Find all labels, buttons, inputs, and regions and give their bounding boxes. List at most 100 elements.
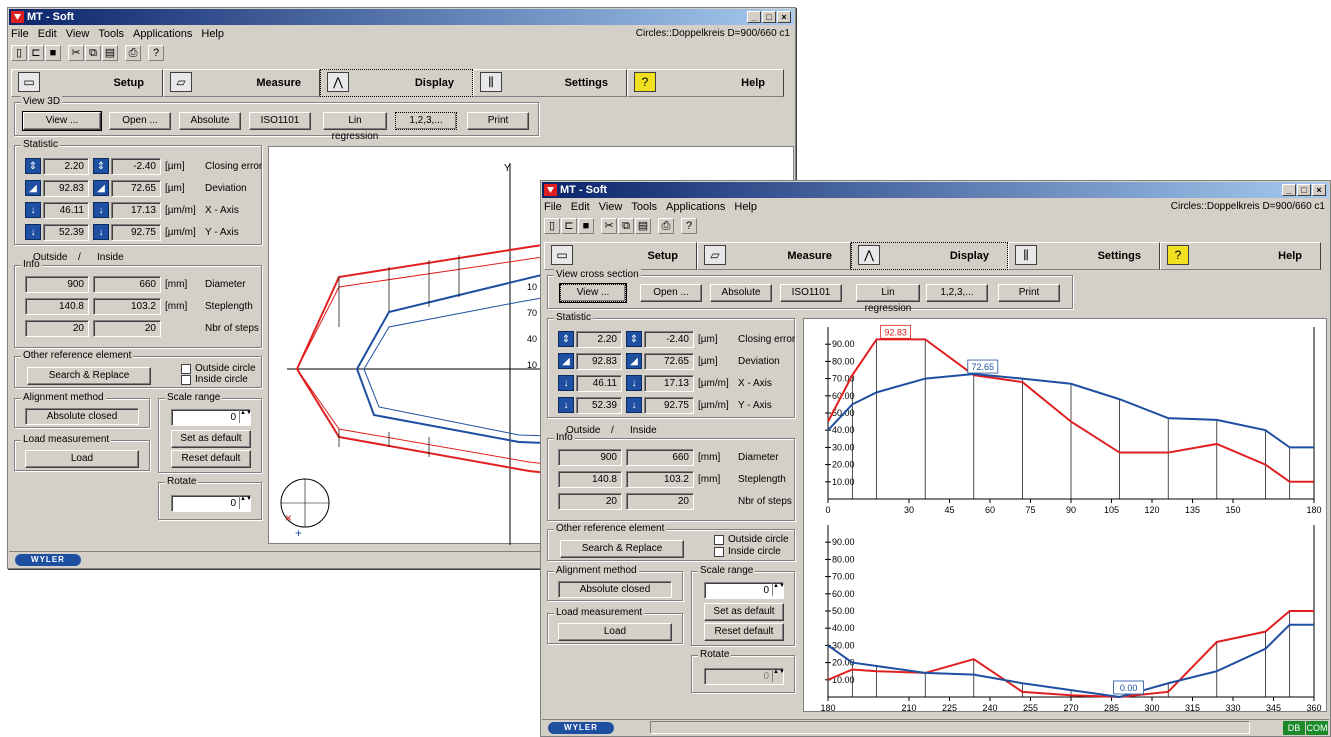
close-button[interactable]: × [1312, 184, 1326, 196]
menu-view[interactable]: View [599, 201, 623, 216]
info-name: Diameter [205, 279, 246, 290]
iso1101-button[interactable]: ISO1101 [780, 284, 842, 302]
y-ticks: 10 70 40 10 [527, 282, 537, 370]
save-icon[interactable]: ■ [578, 218, 594, 234]
copy-icon[interactable]: ⧉ [85, 45, 101, 61]
tab-measure[interactable]: ▱ Measure [163, 69, 320, 97]
numbering-button[interactable]: 1,2,3,... [926, 284, 988, 302]
menu-edit[interactable]: Edit [38, 28, 57, 43]
menu-file[interactable]: File [11, 28, 29, 43]
toolbar: ▯ ⊏ ■ ✂ ⧉ ▤ ⎙? [544, 218, 697, 238]
save-icon[interactable]: ■ [45, 45, 61, 61]
display-icon: ⋀ [327, 72, 349, 92]
maximize-button[interactable]: □ [762, 11, 776, 23]
lin-regression-button[interactable]: Lin regression [856, 284, 920, 314]
tab-help[interactable]: ? Help [627, 69, 784, 97]
close-button[interactable]: × [777, 11, 791, 23]
tab-setup[interactable]: ▭ Setup [11, 69, 163, 97]
stat-value-inside: -2.40 [644, 331, 694, 348]
reset-default-button[interactable]: Reset default [171, 450, 251, 468]
outside-circle-checkbox[interactable] [181, 364, 191, 374]
copy-icon[interactable]: ⧉ [618, 218, 634, 234]
help-icon[interactable]: ? [681, 218, 697, 234]
absolute-button[interactable]: Absolute [710, 284, 772, 302]
minimize-button[interactable]: _ [1282, 184, 1296, 196]
open-icon[interactable]: ⊏ [561, 218, 577, 234]
help-icon[interactable]: ? [148, 45, 164, 61]
app-title: MT - Soft [27, 11, 75, 23]
numbering-button[interactable]: 1,2,3,... [395, 112, 457, 130]
view-button[interactable]: View ... [22, 111, 102, 131]
tab-display[interactable]: ⋀ Display [851, 242, 1008, 270]
menu-applications[interactable]: Applications [133, 28, 192, 43]
info-value-outside: 900 [25, 276, 89, 293]
open-button[interactable]: Open ... [109, 112, 171, 130]
spinner-icon[interactable]: ▲▼ [239, 496, 252, 509]
menu-edit[interactable]: Edit [571, 201, 590, 216]
y-tick-label: 80.00 [832, 356, 855, 366]
info-value-outside: 140.8 [558, 471, 622, 488]
stat-value-inside: -2.40 [111, 158, 161, 175]
iso1101-button[interactable]: ISO1101 [249, 112, 311, 130]
info-group: Info Outside / Inside 900 660 [mm] Diameter 14… [14, 252, 262, 348]
menu-applications[interactable]: Applications [666, 201, 725, 216]
menu-help[interactable]: Help [734, 201, 757, 216]
spinner-icon[interactable]: ▲▼ [239, 410, 252, 423]
view-group: View cross section View ... Open ... Abs… [547, 269, 1073, 314]
stat-name: Closing error [205, 161, 263, 172]
stat-value-outside: 2.20 [43, 158, 89, 175]
paste-icon[interactable]: ▤ [635, 218, 651, 234]
tab-display[interactable]: ⋀ Display [320, 69, 473, 97]
menu-tools[interactable]: Tools [631, 201, 657, 216]
cross-section-canvas: 10.00 20.00 30.00 40.00 50.00 60.00 70.00 80.00… [820, 324, 1322, 713]
maximize-button[interactable]: □ [1297, 184, 1311, 196]
set-default-button[interactable]: Set as default [171, 430, 251, 448]
alignment-value: Absolute closed [558, 581, 672, 598]
paste-icon[interactable]: ▤ [102, 45, 118, 61]
set-default-button[interactable]: Set as default [704, 603, 784, 621]
y-tick-label: 60.00 [832, 589, 855, 599]
print-button[interactable]: Print [467, 112, 529, 130]
menu-file[interactable]: File [544, 201, 562, 216]
inside-circle-checkbox[interactable] [714, 547, 724, 557]
spinner-icon[interactable]: ▲▼ [772, 583, 785, 596]
search-replace-button[interactable]: Search & Replace [27, 367, 151, 385]
tab-settings[interactable]: ⫼ Settings [473, 69, 627, 97]
open-button[interactable]: Open ... [640, 284, 702, 302]
inside-circle-checkbox[interactable] [181, 375, 191, 385]
print-icon[interactable]: ⎙ [125, 45, 141, 61]
menu-view[interactable]: View [66, 28, 90, 43]
x-tick-label: 45 [944, 505, 954, 515]
lin-regression-button[interactable]: Lin regression [323, 112, 387, 142]
menu-tools[interactable]: Tools [98, 28, 124, 43]
x-tick-label: 240 [982, 703, 997, 713]
view-button[interactable]: View ... [559, 283, 627, 303]
statistic-group: Statistic ⇕ 2.20 ⇕ -2.40 [µm] Closing error ◢ 9… [547, 312, 795, 418]
series-line-0 [827, 610, 1314, 699]
load-button[interactable]: Load [25, 450, 139, 468]
absolute-button[interactable]: Absolute [179, 112, 241, 130]
reset-default-button[interactable]: Reset default [704, 623, 784, 641]
new-icon[interactable]: ▯ [544, 218, 560, 234]
tab-settings[interactable]: ⫼ Settings [1008, 242, 1160, 270]
outside-circle-checkbox[interactable] [714, 535, 724, 545]
load-button[interactable]: Load [558, 623, 672, 641]
search-replace-button[interactable]: Search & Replace [560, 540, 684, 558]
tab-help[interactable]: ? Help [1160, 242, 1321, 270]
print-icon[interactable]: ⎙ [658, 218, 674, 234]
y-tick-label: 10.00 [832, 477, 855, 487]
front-window: MT - Soft _ □ × File Edit View Tools Applicati… [540, 180, 1331, 737]
new-icon[interactable]: ▯ [11, 45, 27, 61]
tab-setup[interactable]: ▭ Setup [544, 242, 697, 270]
spinner-icon[interactable]: ▲▼ [772, 669, 785, 682]
open-icon[interactable]: ⊏ [28, 45, 44, 61]
print-button[interactable]: Print [998, 284, 1060, 302]
minimize-button[interactable]: _ [747, 11, 761, 23]
statistic-icon: ↓ [626, 375, 642, 391]
cut-icon[interactable]: ✂ [68, 45, 84, 61]
menu-help[interactable]: Help [201, 28, 224, 43]
cut-icon[interactable]: ✂ [601, 218, 617, 234]
stat-name: X - Axis [205, 205, 239, 216]
stat-value-inside: 72.65 [111, 180, 161, 197]
tab-measure[interactable]: ▱ Measure [697, 242, 851, 270]
